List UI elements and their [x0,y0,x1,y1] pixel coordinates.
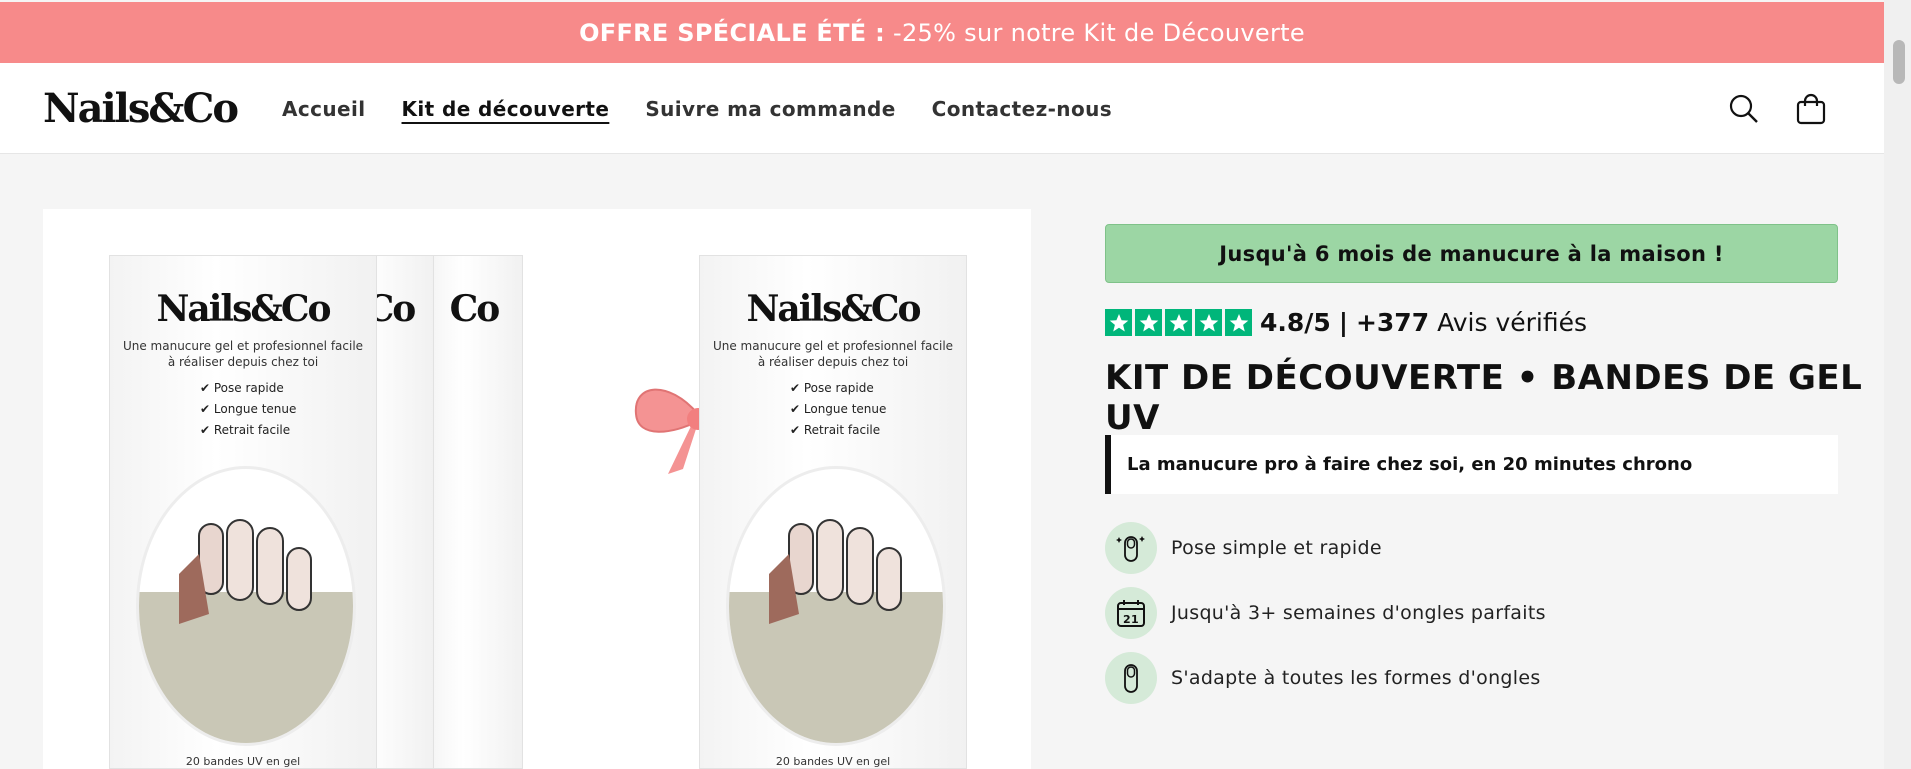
product-box-front-2: Nails&Co Une manucure gel et profesionne… [699,255,967,769]
feature-label: S'adapte à toutes les formes d'ongles [1171,667,1541,689]
box-footer: 20 bandes UV en gel [185,755,301,768]
search-icon[interactable] [1722,87,1766,131]
nav-suivre-commande[interactable]: Suivre ma commande [645,97,895,121]
box-subtitle: Une manucure gel et profesionnel facile à… [122,339,364,369]
feature-label: Jusqu'à 3+ semaines d'ongles parfaits [1171,602,1546,624]
product-box-back-2: Co [423,255,523,769]
hand-image [769,519,902,624]
site-header: Nails&Co Accueil Kit de découverte Suivr… [0,63,1884,154]
nav-contact[interactable]: Contactez-nous [932,97,1112,121]
announcement-bold: OFFRE SPÉCIALE ÉTÉ : [579,18,886,47]
feature-item: 21 Jusqu'à 3+ semaines d'ongles parfaits [1105,587,1546,639]
announcement-bar: OFFRE SPÉCIALE ÉTÉ : -25% sur notre Kit … [0,2,1884,63]
site-logo[interactable]: Nails&Co [43,85,239,132]
nail-sparkle-icon [1105,522,1157,574]
main-nav: Accueil Kit de découverte Suivre ma comm… [282,63,1112,154]
nav-accueil[interactable]: Accueil [282,97,366,121]
box-feature-list: ✔ Pose rapide ✔ Longue tenue ✔ Retrait f… [200,381,297,437]
feature-item: Pose simple et rapide [1105,522,1382,574]
hand-image [179,519,312,624]
star-icon [1225,309,1252,336]
rating-row[interactable]: 4.8/5 | +377 Avis vérifiés [1105,308,1587,337]
fingernail-icon [1105,652,1157,704]
feature-item: S'adapte à toutes les formes d'ongles [1105,652,1541,704]
trustpilot-stars [1105,309,1252,336]
product-title: KIT DE DÉCOUVERTE • BANDES DE GEL UV [1105,358,1863,438]
product-gallery[interactable]: Co Co Nails&Co Une manucure gel et profe… [43,209,1031,769]
product-tagline: La manucure pro à faire chez soi, en 20 … [1105,435,1838,494]
star-icon [1165,309,1192,336]
star-icon [1135,309,1162,336]
calendar-21-icon: 21 [1105,587,1157,639]
box-feature-list: ✔ Pose rapide ✔ Longue tenue ✔ Retrait f… [790,381,887,437]
box-footer: 20 bandes UV en gel [775,755,891,768]
scroll-thumb[interactable] [1893,40,1905,84]
box-logo: Nails&Co [746,288,921,330]
hand-illustration [136,466,356,746]
hand-illustration [726,466,946,746]
cart-icon[interactable] [1789,87,1833,131]
feature-label: Pose simple et rapide [1171,537,1382,559]
review-count: +377 [1355,308,1430,337]
review-label: Avis vérifiés [1437,308,1588,337]
star-icon [1195,309,1222,336]
rating-separator: | [1338,308,1348,337]
box-subtitle: Une manucure gel et profesionnel facile à… [712,339,954,369]
star-icon [1105,309,1132,336]
rating-value: 4.8/5 [1260,308,1331,337]
announcement-text: -25% sur notre Kit de Découverte [893,18,1305,47]
box-logo: Nails&Co [156,288,331,330]
svg-text:21: 21 [1123,613,1139,626]
nav-kit-decouverte[interactable]: Kit de découverte [402,97,610,121]
product-box-front: Nails&Co Une manucure gel et profesionne… [109,255,377,769]
promo-banner: Jusqu'à 6 mois de manucure à la maison ! [1105,224,1838,283]
